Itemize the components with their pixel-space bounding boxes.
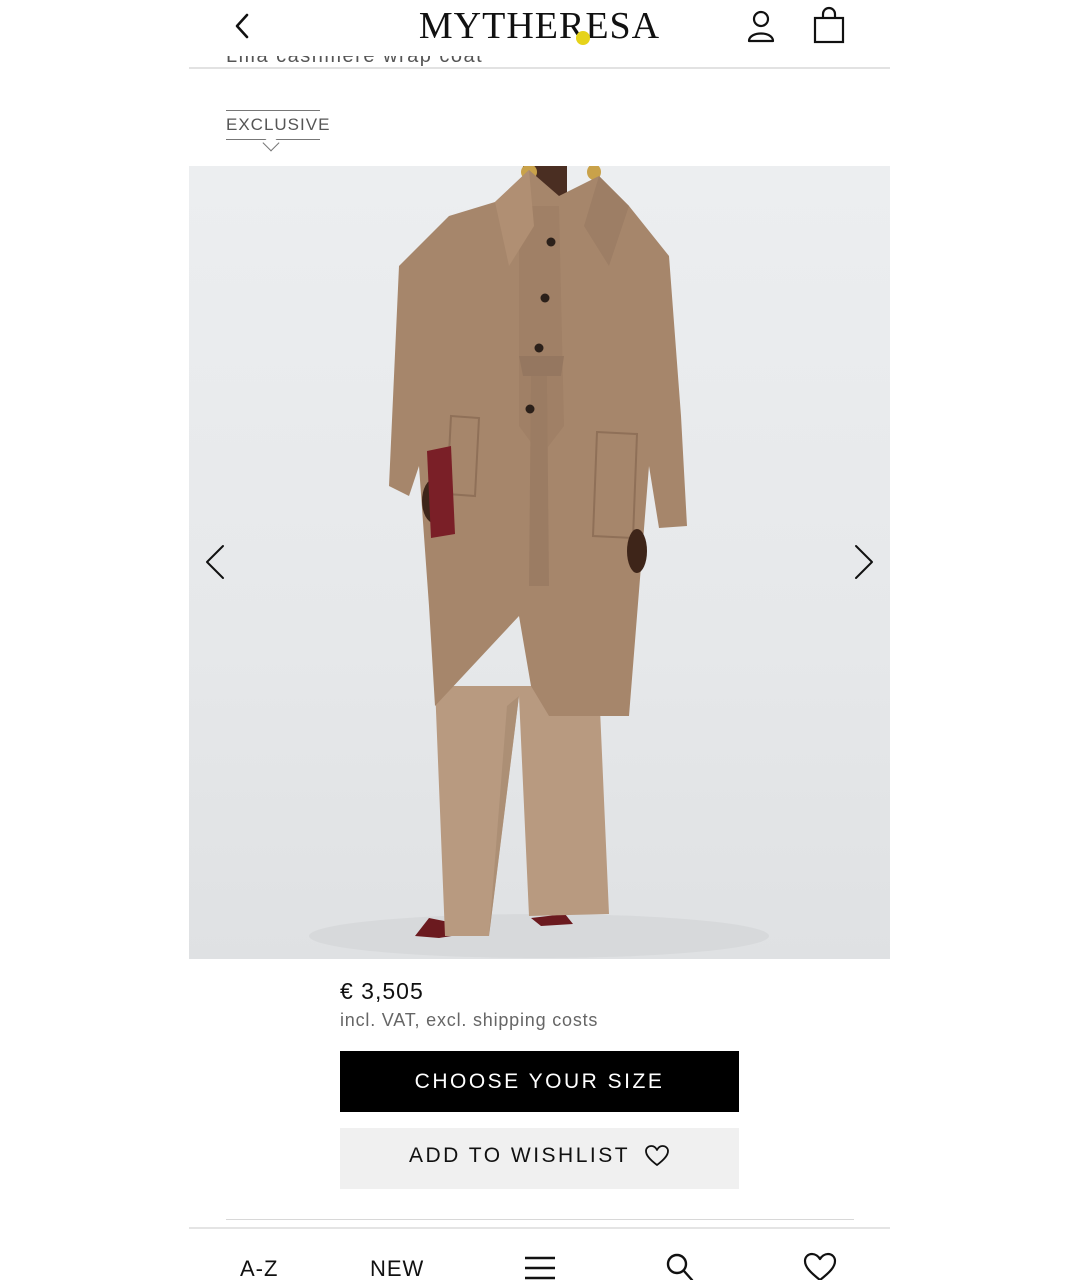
product-title: Lilia cashmere wrap coat [226,56,484,67]
choose-size-button[interactable]: CHOOSE YOUR SIZE [340,1051,739,1112]
nav-new-button[interactable]: NEW [370,1256,424,1280]
gallery-prev-button[interactable] [197,540,237,584]
chevron-left-icon [206,545,224,579]
nav-wishlist-button[interactable] [803,1252,837,1280]
brand-logo[interactable]: MYTHERESA [189,4,890,48]
heart-icon [803,1252,837,1280]
product-price: € 3,505 [340,978,424,1004]
exclusive-badge: EXCLUSIVE [226,110,329,140]
vat-note: incl. VAT, excl. shipping costs [340,1010,599,1030]
nav-az-button[interactable]: A-Z [240,1256,278,1280]
shopping-bag-icon [813,6,845,44]
wishlist-label: ADD TO WISHLIST [408,1144,630,1167]
chevron-right-icon [855,545,873,579]
product-image-gallery[interactable] [189,166,890,959]
heart-icon [645,1145,669,1167]
nav-search-button[interactable] [663,1252,697,1280]
user-icon [747,10,775,43]
product-photo [309,166,769,958]
account-button[interactable] [744,6,780,46]
shopping-bag-button[interactable] [811,6,847,46]
section-divider [226,1219,854,1220]
search-icon [666,1253,694,1280]
notification-dot [576,31,590,45]
nav-menu-button[interactable] [523,1252,557,1280]
gallery-next-button[interactable] [842,540,882,584]
add-to-wishlist-button[interactable]: ADD TO WISHLIST [340,1128,739,1189]
hamburger-menu-icon [525,1256,555,1280]
bottom-navigation: A-Z NEW [189,1240,890,1280]
bottom-nav-divider [189,1227,890,1229]
